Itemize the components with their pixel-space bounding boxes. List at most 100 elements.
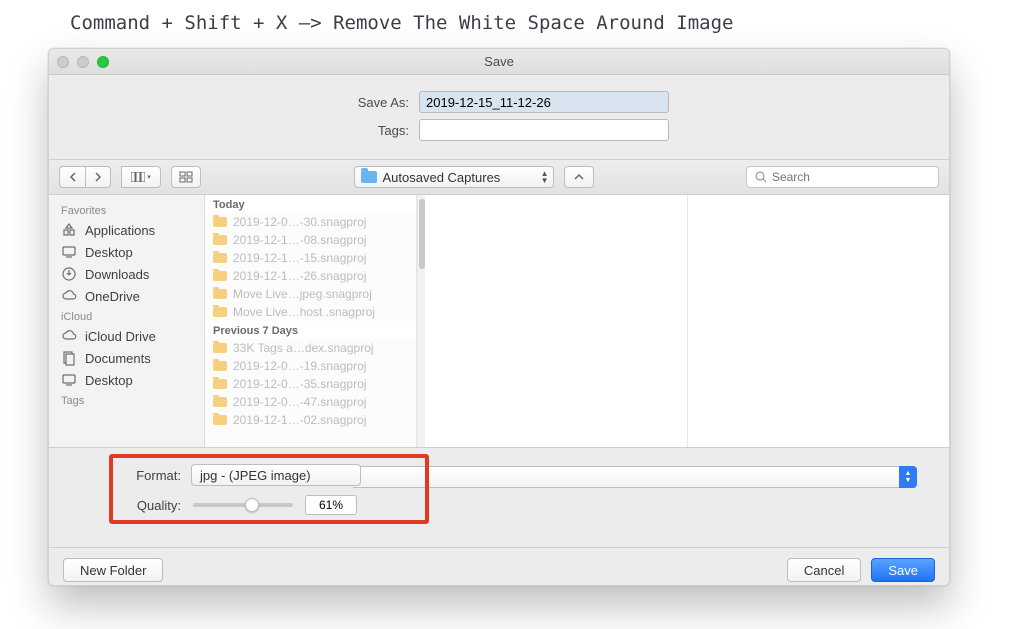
cancel-button[interactable]: Cancel bbox=[787, 558, 861, 582]
column-group-prev7: Previous 7 Days bbox=[205, 321, 416, 339]
save-dialog: Save Save As: Tags: ▾ bbox=[48, 48, 950, 586]
quality-slider[interactable] bbox=[193, 503, 293, 507]
file-browser: Favorites Applications Desktop Downloads On… bbox=[49, 195, 949, 447]
close-icon[interactable] bbox=[57, 56, 69, 68]
list-item[interactable]: 2019-12-1…-26.snagproj bbox=[205, 267, 416, 285]
tags-field[interactable] bbox=[419, 119, 669, 141]
sidebar-item-applications[interactable]: Applications bbox=[53, 219, 200, 241]
list-item[interactable]: 2019-12-0…-19.snagproj bbox=[205, 357, 416, 375]
updown-icon: ▲▼ bbox=[541, 167, 549, 187]
save-as-label: Save As: bbox=[329, 95, 409, 110]
list-item[interactable]: 2019-12-1…-15.snagproj bbox=[205, 249, 416, 267]
sidebar-item-onedrive[interactable]: OneDrive bbox=[53, 285, 200, 307]
search-icon bbox=[755, 171, 766, 183]
file-icon bbox=[213, 253, 227, 263]
format-updown-icon[interactable]: ▲▼ bbox=[899, 466, 917, 488]
desktop-icon bbox=[61, 372, 77, 388]
file-name: Move Live…jpeg.snagproj bbox=[233, 287, 372, 301]
file-icon bbox=[213, 289, 227, 299]
file-name: 33K Tags a…dex.snagproj bbox=[233, 341, 374, 355]
quality-value-field[interactable] bbox=[305, 495, 357, 515]
sidebar-item-icloud-drive[interactable]: iCloud Drive bbox=[53, 325, 200, 347]
sidebar-item-label: Applications bbox=[85, 223, 155, 238]
forward-button[interactable] bbox=[85, 166, 111, 188]
file-icon bbox=[213, 343, 227, 353]
list-item[interactable]: 2019-12-1…-02.snagproj bbox=[205, 411, 416, 429]
sidebar-item-documents[interactable]: Documents bbox=[53, 347, 200, 369]
collapse-button[interactable] bbox=[564, 166, 594, 188]
file-icon bbox=[213, 415, 227, 425]
file-name: Move Live…host .snagproj bbox=[233, 305, 375, 319]
list-item[interactable]: Move Live…jpeg.snagproj bbox=[205, 285, 416, 303]
cloud-icon bbox=[61, 288, 77, 304]
sidebar-item-label: Desktop bbox=[85, 245, 133, 260]
save-as-field[interactable] bbox=[419, 91, 669, 113]
chevron-left-icon bbox=[69, 172, 77, 182]
button-bar: New Folder Cancel Save bbox=[49, 547, 949, 586]
folder-icon bbox=[361, 171, 377, 183]
column-group-today: Today bbox=[205, 195, 416, 213]
file-name: 2019-12-1…-02.snagproj bbox=[233, 413, 366, 427]
sidebar-item-label: OneDrive bbox=[85, 289, 140, 304]
file-icon bbox=[213, 217, 227, 227]
scrollbar[interactable] bbox=[417, 195, 425, 447]
new-folder-button[interactable]: New Folder bbox=[63, 558, 163, 582]
list-item[interactable]: 2019-12-1…-08.snagproj bbox=[205, 231, 416, 249]
search-input[interactable] bbox=[770, 169, 930, 185]
folder-select[interactable]: Autosaved Captures ▲▼ bbox=[354, 166, 554, 188]
list-item[interactable]: 2019-12-0…-35.snagproj bbox=[205, 375, 416, 393]
empty-column-1 bbox=[425, 195, 688, 447]
list-item[interactable]: 2019-12-0…-47.snagproj bbox=[205, 393, 416, 411]
file-name: 2019-12-0…-35.snagproj bbox=[233, 377, 366, 391]
sidebar-item-downloads[interactable]: Downloads bbox=[53, 263, 200, 285]
sidebar-item-desktop[interactable]: Desktop bbox=[53, 241, 200, 263]
list-item[interactable]: Move Live…host .snagproj bbox=[205, 303, 416, 321]
sidebar-item-label: Downloads bbox=[85, 267, 149, 282]
columns-icon bbox=[131, 172, 145, 182]
apps-icon bbox=[61, 222, 77, 238]
documents-icon bbox=[61, 350, 77, 366]
sidebar-item-label: Documents bbox=[85, 351, 151, 366]
format-label: Format: bbox=[125, 468, 181, 483]
file-name: 2019-12-1…-15.snagproj bbox=[233, 251, 366, 265]
back-button[interactable] bbox=[59, 166, 85, 188]
file-column: Today 2019-12-0…-30.snagproj 2019-12-1…-0… bbox=[205, 195, 417, 447]
tags-label: Tags: bbox=[329, 123, 409, 138]
file-icon bbox=[213, 379, 227, 389]
file-name: 2019-12-0…-47.snagproj bbox=[233, 395, 366, 409]
file-name: 2019-12-1…-08.snagproj bbox=[233, 233, 366, 247]
sidebar-item-desktop[interactable]: Desktop bbox=[53, 369, 200, 391]
window-title: Save bbox=[49, 54, 949, 69]
file-icon bbox=[213, 235, 227, 245]
list-item[interactable]: 2019-12-0…-30.snagproj bbox=[205, 213, 416, 231]
sidebar-section-icloud: iCloud bbox=[53, 307, 200, 325]
desktop-icon bbox=[61, 244, 77, 260]
titlebar: Save bbox=[49, 49, 949, 75]
zoom-icon[interactable] bbox=[97, 56, 109, 68]
format-select[interactable]: jpg - (JPEG image) bbox=[191, 464, 361, 486]
group-button[interactable] bbox=[171, 166, 201, 188]
list-item[interactable]: 33K Tags a…dex.snagproj bbox=[205, 339, 416, 357]
annotation-top: Command + Shift + X –> Remove The White … bbox=[70, 12, 733, 34]
search-field[interactable] bbox=[746, 166, 939, 188]
downloads-icon bbox=[61, 266, 77, 282]
chevron-right-icon bbox=[94, 172, 102, 182]
format-panel: ▲▼ Format: jpg - (JPEG image) Quality: bbox=[49, 447, 949, 547]
sidebar-section-tags: Tags bbox=[53, 391, 200, 409]
toolbar: ▾ Autosaved Captures ▲▼ bbox=[49, 160, 949, 195]
grid-icon bbox=[179, 171, 193, 183]
cloud-icon bbox=[61, 328, 77, 344]
save-button[interactable]: Save bbox=[871, 558, 935, 582]
view-columns-button[interactable]: ▾ bbox=[121, 166, 161, 188]
file-icon bbox=[213, 397, 227, 407]
sidebar-section-favorites: Favorites bbox=[53, 201, 200, 219]
file-icon bbox=[213, 271, 227, 281]
quality-label: Quality: bbox=[125, 498, 181, 513]
minimize-icon[interactable] bbox=[77, 56, 89, 68]
file-icon bbox=[213, 307, 227, 317]
file-name: 2019-12-1…-26.snagproj bbox=[233, 269, 366, 283]
format-value: jpg - (JPEG image) bbox=[200, 468, 311, 483]
chevron-up-icon bbox=[574, 173, 584, 181]
file-name: 2019-12-0…-30.snagproj bbox=[233, 215, 366, 229]
file-icon bbox=[213, 361, 227, 371]
